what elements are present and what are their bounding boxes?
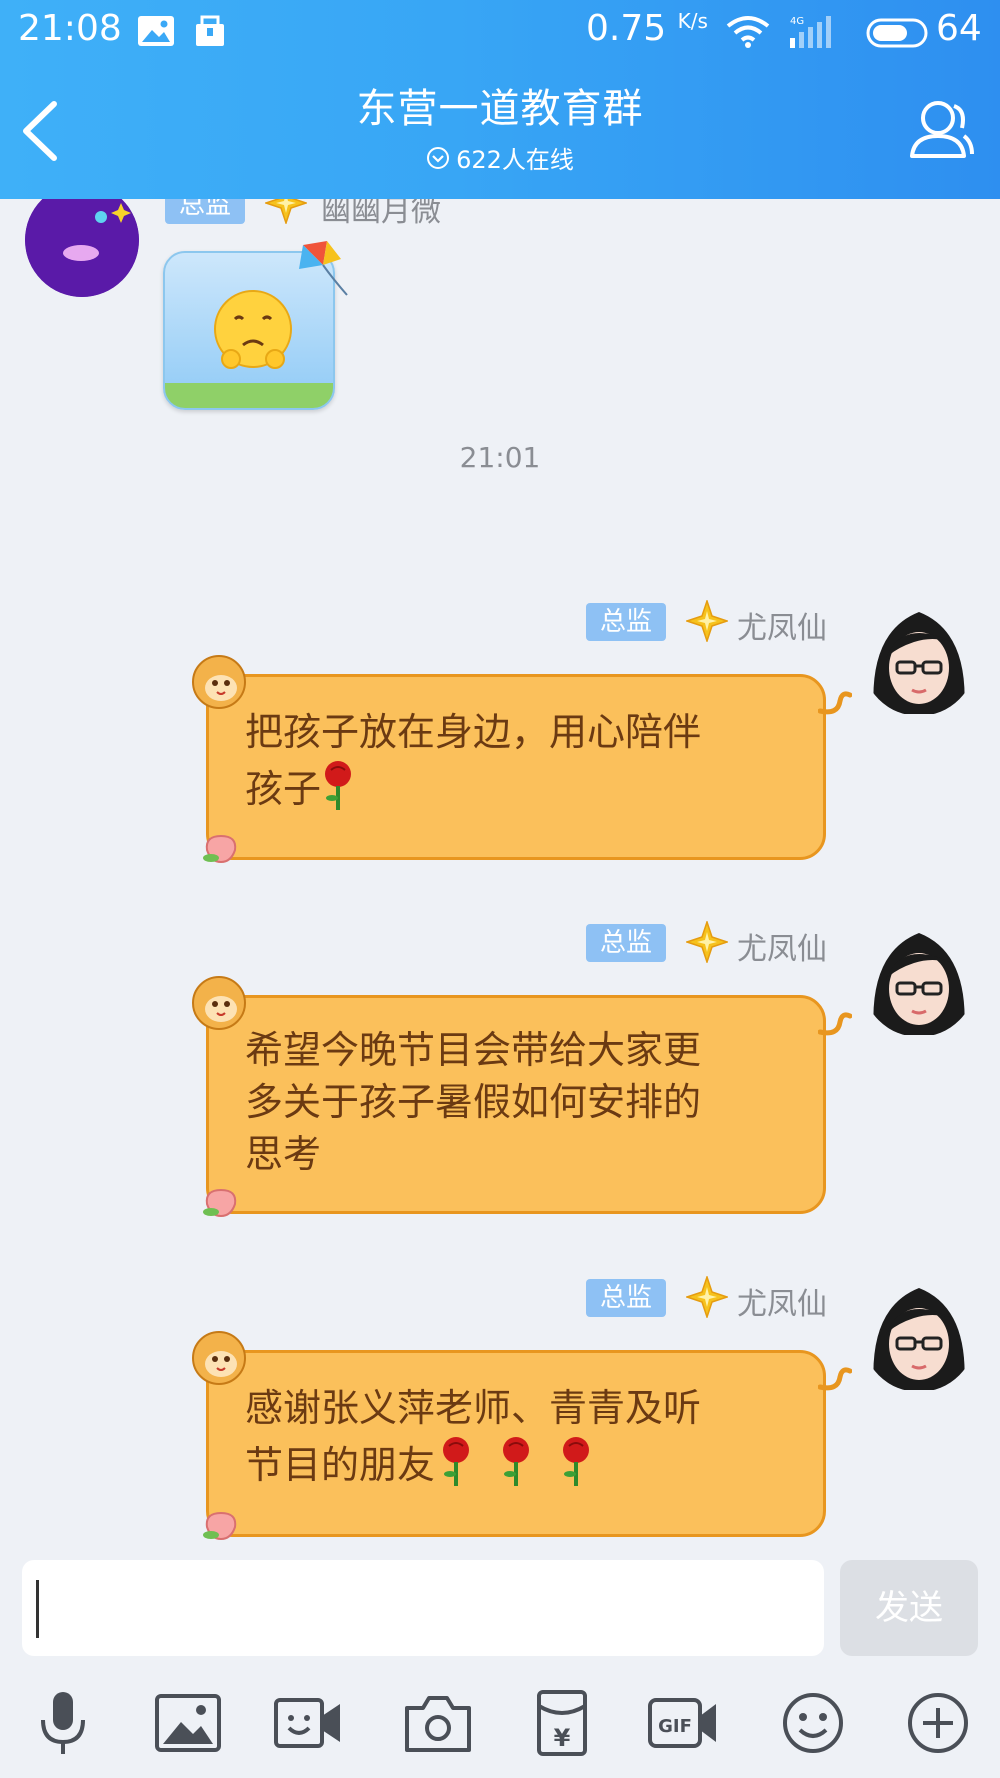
- wifi-icon: [726, 16, 770, 48]
- peach-decoration-icon: [203, 1188, 237, 1218]
- rose-emoji: [563, 1437, 590, 1486]
- rose-emoji: [325, 761, 352, 810]
- message-text-line: 把孩子放在身边，用心陪伴: [245, 710, 702, 754]
- online-count-label: 622人在线: [456, 146, 574, 174]
- woman-avatar-image: [873, 612, 965, 714]
- message-input[interactable]: [22, 1560, 824, 1656]
- app-notification-icon: [196, 15, 224, 46]
- input-bar: 发送: [0, 1555, 1000, 1670]
- monkey-decoration-icon: [192, 655, 246, 709]
- tail-decoration-icon: [818, 691, 852, 715]
- svg-text:4G: 4G: [790, 16, 804, 27]
- image-icon[interactable]: [153, 1690, 223, 1756]
- gallery-notification-icon: [138, 16, 174, 46]
- role-tag: 总监: [586, 924, 667, 962]
- message-bubble[interactable]: 感谢张义萍老师、青青及听 节目的朋友: [206, 1350, 826, 1537]
- message-text-line: 思考: [245, 1132, 322, 1176]
- peach-decoration-icon: [203, 834, 237, 864]
- message-text-line: 感谢张义萍老师、青青及听: [245, 1386, 702, 1430]
- message-text-line: 希望今晚节目会带给大家更: [245, 1028, 702, 1072]
- rose-emoji: [443, 1437, 470, 1486]
- network-speed: 0.75 K/s: [586, 8, 708, 49]
- role-tag: 总监: [586, 603, 667, 641]
- sender-name[interactable]: 幽幽月微: [321, 199, 441, 230]
- status-bar: 21:08 0.75 K/s 4G 64: [0, 0, 1000, 62]
- monkey-decoration-icon: [192, 1331, 246, 1385]
- cellular-signal-icon: 4G: [790, 16, 831, 48]
- video-call-icon[interactable]: [274, 1690, 344, 1756]
- message-bubble[interactable]: 希望今晚节目会带给大家更 多关于孩子暑假如何安排的 思考: [206, 995, 826, 1214]
- group-title[interactable]: 东营一道教育群: [0, 76, 1000, 134]
- sender-name[interactable]: 尤凤仙: [737, 603, 827, 647]
- woman-avatar-image: [873, 1288, 965, 1390]
- avatar[interactable]: [862, 923, 976, 1037]
- moon-avatar-image: [25, 199, 139, 297]
- rank-star-icon: [265, 199, 307, 224]
- camera-icon[interactable]: [403, 1690, 473, 1756]
- chat-area[interactable]: 总监 幽幽月微 21:01 总监 尤凤仙 把孩子放在身边，用心陪伴 孩子 总监 …: [0, 199, 1000, 1555]
- message-text-line: 节目的朋友: [245, 1436, 791, 1493]
- role-tag: 总监: [165, 199, 246, 224]
- tail-decoration-icon: [818, 1012, 852, 1036]
- kite-decoration-icon: [299, 241, 348, 296]
- monkey-decoration-icon: [192, 976, 246, 1030]
- top-bar: 21:08 0.75 K/s 4G 64 东营一道教育群 622人在线: [0, 0, 1000, 199]
- woman-avatar-image: [873, 933, 965, 1035]
- chevron-down-circle-icon: [427, 146, 450, 169]
- rank-star-icon: [686, 1276, 728, 1318]
- gif-icon[interactable]: GIF: [648, 1690, 718, 1756]
- peach-decoration-icon: [203, 1511, 237, 1541]
- plus-icon[interactable]: [903, 1690, 973, 1756]
- red-packet-icon[interactable]: ¥: [527, 1690, 597, 1756]
- rank-star-icon: [686, 921, 728, 963]
- svg-text:¥: ¥: [554, 1724, 571, 1752]
- status-time: 21:08: [18, 8, 122, 49]
- message-bubble[interactable]: 把孩子放在身边，用心陪伴 孩子: [206, 674, 826, 860]
- send-button[interactable]: 发送: [840, 1560, 978, 1656]
- emoji-icon[interactable]: [778, 1690, 848, 1756]
- battery-icon: [866, 18, 928, 48]
- group-members-icon[interactable]: [904, 94, 976, 166]
- message-timestamp: 21:01: [459, 441, 541, 474]
- avatar[interactable]: [25, 199, 139, 297]
- avatar[interactable]: [862, 602, 976, 716]
- battery-level: 64: [936, 8, 982, 49]
- chat-header: 东营一道教育群 622人在线: [0, 76, 1000, 175]
- avatar[interactable]: [862, 1278, 976, 1392]
- role-tag: 总监: [586, 1279, 667, 1317]
- sender-name[interactable]: 尤凤仙: [737, 1279, 827, 1323]
- svg-text:GIF: GIF: [658, 1716, 692, 1737]
- sender-name[interactable]: 尤凤仙: [737, 924, 827, 968]
- message-text-line: 孩子: [245, 760, 791, 817]
- input-toolbar: ¥ GIF: [0, 1670, 1000, 1778]
- tail-decoration-icon: [818, 1367, 852, 1391]
- message-text-line: 多关于孩子暑假如何安排的: [245, 1080, 702, 1124]
- online-count[interactable]: 622人在线: [0, 140, 1000, 175]
- rank-star-icon: [686, 600, 728, 642]
- rose-emoji: [503, 1437, 530, 1486]
- microphone-icon[interactable]: [28, 1690, 98, 1756]
- text-caret: [36, 1580, 39, 1638]
